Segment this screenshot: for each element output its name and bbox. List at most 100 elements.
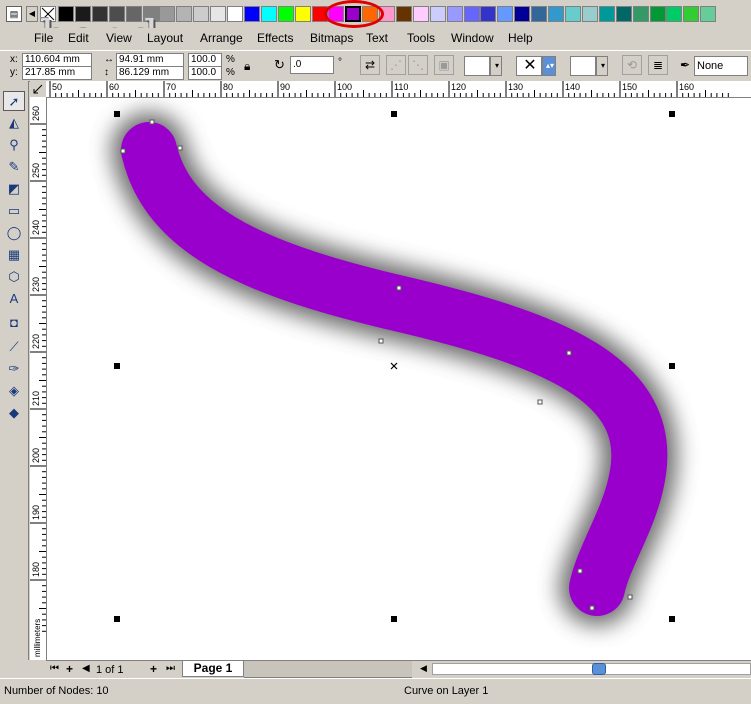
lock-ratio-icon[interactable]: 🔒︎: [244, 59, 250, 74]
close-curve-button[interactable]: ⟲: [622, 55, 642, 75]
palette-swatch[interactable]: [666, 6, 682, 22]
selection-handle[interactable]: [114, 616, 120, 622]
add-page-before-icon[interactable]: +: [66, 662, 73, 676]
shape-tool-icon[interactable]: ◭: [3, 113, 25, 133]
menu-arrange[interactable]: Arrange: [200, 31, 243, 45]
menu-layout[interactable]: Layout: [147, 31, 183, 45]
horizontal-ruler[interactable]: 50 60 70 80 90 100 110 120 130 140 150 160: [46, 81, 751, 98]
curve-node[interactable]: [566, 350, 572, 356]
palette-swatch[interactable]: [582, 6, 598, 22]
palette-swatch[interactable]: [210, 6, 226, 22]
rectangle-tool-icon[interactable]: ▭: [3, 201, 25, 221]
palette-swatch[interactable]: [633, 6, 649, 22]
curve-node[interactable]: [378, 338, 384, 344]
palette-swatch[interactable]: [227, 6, 243, 22]
vertical-ruler[interactable]: 260 250 240 230 220 210 200 190 180 millimeters: [30, 97, 47, 660]
menu-text[interactable]: Text: [366, 31, 388, 45]
scrollbar-thumb[interactable]: [592, 663, 606, 675]
prev-page-icon[interactable]: ◀: [82, 663, 90, 674]
text-wrap-button[interactable]: ≣: [648, 55, 668, 75]
palette-swatch[interactable]: [514, 6, 530, 22]
curve-node[interactable]: [537, 399, 543, 405]
y-position-field[interactable]: 217.85 mm: [22, 66, 92, 80]
mirror-button[interactable]: ⇄: [360, 55, 380, 75]
rotation-center-icon[interactable]: [390, 362, 398, 370]
line-style-select[interactable]: ✕: [516, 56, 542, 76]
curve-node[interactable]: [577, 568, 583, 574]
palette-swatch[interactable]: [700, 6, 716, 22]
palette-swatch[interactable]: [497, 6, 513, 22]
selection-handle[interactable]: [669, 616, 675, 622]
curve-node[interactable]: [589, 605, 595, 611]
first-page-icon[interactable]: ⏮: [50, 663, 59, 674]
interactive-fill-tool-icon[interactable]: ◆: [3, 403, 25, 423]
last-page-icon[interactable]: ⏭: [166, 663, 175, 674]
eyedropper-tool-icon[interactable]: ⟋: [3, 337, 25, 357]
menu-view[interactable]: View: [106, 31, 132, 45]
palette-swatch[interactable]: [396, 6, 412, 22]
polygon-tool-icon[interactable]: ▦: [3, 245, 25, 265]
node-join-button[interactable]: ⋰: [386, 55, 406, 75]
palette-swatch[interactable]: [430, 6, 446, 22]
line-style-dropdown[interactable]: ▴▾: [542, 56, 556, 76]
interactive-tool-icon[interactable]: ◘: [3, 313, 25, 333]
palette-swatch[interactable]: [650, 6, 666, 22]
app-icon[interactable]: ▤: [6, 6, 22, 22]
curve-node[interactable]: [396, 285, 402, 291]
selection-handle[interactable]: [114, 363, 120, 369]
ruler-corner[interactable]: [30, 81, 46, 97]
outline-tool-icon[interactable]: ✑: [3, 359, 25, 379]
menu-window[interactable]: Window: [451, 31, 494, 45]
x-position-field[interactable]: 110.604 mm: [22, 53, 92, 67]
pick-tool-icon[interactable]: ➚: [3, 91, 25, 111]
palette-swatch[interactable]: [616, 6, 632, 22]
fill-tool-icon[interactable]: ◈: [3, 381, 25, 401]
menu-effects[interactable]: Effects: [257, 31, 293, 45]
selection-handle[interactable]: [391, 616, 397, 622]
selection-handle[interactable]: [391, 111, 397, 117]
height-field[interactable]: 86.129 mm: [116, 66, 184, 80]
selection-handle[interactable]: [669, 363, 675, 369]
palette-swatch[interactable]: [193, 6, 209, 22]
smart-fill-tool-icon[interactable]: ◩: [3, 179, 25, 199]
palette-swatch[interactable]: [565, 6, 581, 22]
text-tool-icon[interactable]: A: [3, 289, 25, 309]
palette-swatch[interactable]: [531, 6, 547, 22]
menu-bitmaps[interactable]: Bitmaps: [310, 31, 353, 45]
palette-swatch[interactable]: [261, 6, 277, 22]
menu-edit[interactable]: Edit: [68, 31, 89, 45]
curve-node[interactable]: [177, 145, 183, 151]
curve-node[interactable]: [627, 594, 633, 600]
zoom-tool-icon[interactable]: ⚲: [3, 135, 25, 155]
palette-swatch[interactable]: [447, 6, 463, 22]
palette-swatch[interactable]: [464, 6, 480, 22]
scale-y-field[interactable]: 100.0: [188, 66, 222, 80]
ellipse-tool-icon[interactable]: ◯: [3, 223, 25, 243]
scale-x-field[interactable]: 100.0: [188, 53, 222, 67]
palette-swatch[interactable]: [683, 6, 699, 22]
scroll-left-icon[interactable]: ◀: [420, 663, 427, 674]
palette-swatch[interactable]: [480, 6, 496, 22]
curve-node[interactable]: [149, 119, 155, 125]
palette-swatch[interactable]: [278, 6, 294, 22]
shaping-button[interactable]: ▣: [434, 55, 454, 75]
menu-tools[interactable]: Tools: [407, 31, 435, 45]
start-arrow-dropdown[interactable]: ▾: [490, 56, 502, 76]
width-field[interactable]: 94.91 mm: [116, 53, 184, 67]
palette-swatch[interactable]: [548, 6, 564, 22]
end-arrow-dropdown[interactable]: ▾: [596, 56, 608, 76]
freehand-tool-icon[interactable]: ✎: [3, 157, 25, 177]
curve-node[interactable]: [120, 148, 126, 154]
selection-handle[interactable]: [669, 111, 675, 117]
start-arrow-select[interactable]: [464, 56, 490, 76]
selected-curve[interactable]: [121, 122, 668, 616]
node-break-button[interactable]: ⋱: [408, 55, 428, 75]
selection-handle[interactable]: [114, 111, 120, 117]
end-arrow-select[interactable]: [570, 56, 596, 76]
palette-swatch[interactable]: [295, 6, 311, 22]
page-tab[interactable]: Page 1: [182, 661, 244, 677]
rotation-field[interactable]: .0: [290, 56, 334, 74]
add-page-after-icon[interactable]: +: [150, 662, 157, 676]
palette-swatch[interactable]: [244, 6, 260, 22]
menu-help[interactable]: Help: [508, 31, 533, 45]
